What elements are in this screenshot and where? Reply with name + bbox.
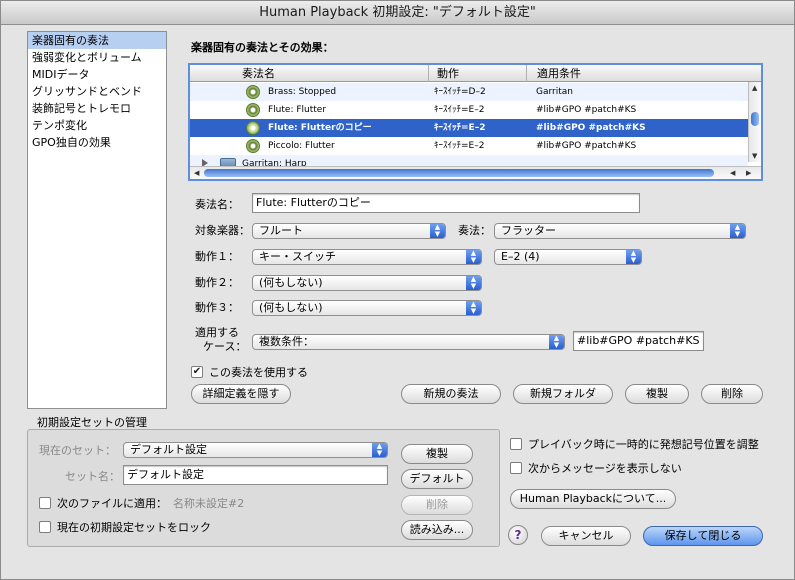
apply-to-file-label: 次のファイルに適用： bbox=[57, 497, 167, 510]
scroll-right-icon[interactable]: ▶ bbox=[746, 169, 751, 177]
instrument-popup[interactable]: フルート ▲ ▼ bbox=[252, 223, 446, 239]
technique-name-input[interactable]: Flute: Flutterのコピー bbox=[252, 193, 640, 213]
instrument-label: 対象楽器： bbox=[195, 224, 250, 237]
no-message-label: 次からメッセージを表示しない bbox=[528, 462, 682, 475]
preset-duplicate-button[interactable]: 複製 bbox=[401, 444, 473, 464]
technique-label: 奏法： bbox=[458, 224, 491, 237]
sidebar-item-ornaments-tremolo[interactable]: 装飾記号とトレモロ bbox=[28, 100, 166, 117]
section-heading: 楽器固有の奏法とその効果： bbox=[191, 41, 334, 54]
horizontal-scrollbar[interactable]: ◀ ◀ ▶ bbox=[190, 166, 761, 179]
sidebar-item-instrument-techniques[interactable]: 楽器固有の奏法 bbox=[28, 32, 166, 49]
popup-arrows-icon: ▲ ▼ bbox=[466, 250, 481, 264]
popup-arrows-icon: ▲ ▼ bbox=[730, 224, 745, 238]
table-row-selected[interactable]: Flute: Flutterのコピー ｷｰｽｲｯﾁ=E–2 #lib#GPO #… bbox=[190, 119, 748, 137]
new-folder-button[interactable]: 新規フォルダ bbox=[513, 384, 613, 404]
apply-to-file-value: 名称未設定#2 bbox=[173, 497, 245, 510]
cancel-button[interactable]: キャンセル bbox=[541, 526, 631, 546]
current-set-popup[interactable]: デフォルト設定 ▲ ▼ bbox=[123, 442, 388, 458]
action1-key-popup[interactable]: E–2 (4) ▲ ▼ bbox=[494, 249, 642, 265]
table-header: 奏法名 動作 適用条件 bbox=[190, 65, 761, 82]
popup-arrows-icon: ▲ ▼ bbox=[430, 224, 445, 238]
category-list[interactable]: 楽器固有の奏法 強弱変化とボリューム MIDIデータ グリッサンドとベンド 装飾… bbox=[27, 31, 167, 409]
table-row[interactable]: Flute: Flutter ｷｰｽｲｯﾁ=E–2 #lib#GPO #patc… bbox=[190, 101, 748, 119]
about-human-playback-button[interactable]: Human Playbackについて... bbox=[510, 489, 676, 509]
sidebar-item-gpo-effects[interactable]: GPO独自の効果 bbox=[28, 134, 166, 151]
delete-button[interactable]: 削除 bbox=[701, 384, 763, 404]
table-row[interactable]: Brass: Stopped ｷｰｽｲｯﾁ=D–2 Garritan bbox=[190, 83, 748, 101]
lock-preset-label: 現在の初期設定セットをロック bbox=[57, 521, 211, 534]
apply-to-file-checkbox[interactable] bbox=[39, 497, 51, 509]
apply-case-label: 適用する ケース： bbox=[195, 326, 247, 353]
gear-icon bbox=[246, 103, 260, 117]
action3-popup[interactable]: (何もしない) ▲ ▼ bbox=[252, 300, 482, 316]
duplicate-button[interactable]: 複製 bbox=[625, 384, 689, 404]
popup-arrows-icon: ▲ ▼ bbox=[466, 301, 481, 315]
use-technique-label: この奏法を使用する bbox=[209, 366, 308, 379]
gear-icon bbox=[246, 139, 260, 153]
preset-default-button[interactable]: デフォルト bbox=[401, 469, 473, 489]
adjust-position-label: プレイバック時に一時的に発想記号位置を調整 bbox=[528, 438, 759, 451]
scroll-up-icon[interactable]: ▲ bbox=[752, 84, 757, 92]
action2-label: 動作２： bbox=[195, 276, 239, 289]
lock-preset-checkbox[interactable] bbox=[39, 521, 51, 533]
preset-delete-button[interactable]: 削除 bbox=[401, 495, 473, 515]
popup-arrows-icon: ▲ ▼ bbox=[466, 276, 481, 290]
technique-name-label: 奏法名： bbox=[195, 198, 239, 211]
technique-popup[interactable]: フラッター ▲ ▼ bbox=[494, 223, 746, 239]
apply-case-popup[interactable]: 複数条件： ▲ ▼ bbox=[252, 334, 565, 350]
set-name-input[interactable]: デフォルト設定 bbox=[123, 465, 388, 485]
save-close-button[interactable]: 保存して閉じる bbox=[643, 526, 763, 546]
action1-popup[interactable]: キー・スイッチ ▲ ▼ bbox=[252, 249, 482, 265]
new-technique-button[interactable]: 新規の奏法 bbox=[401, 384, 501, 404]
vertical-scroll-thumb[interactable] bbox=[751, 112, 759, 126]
sidebar-item-dynamics-volume[interactable]: 強弱変化とボリューム bbox=[28, 49, 166, 66]
scroll-left-icon[interactable]: ◀ bbox=[730, 169, 735, 177]
column-header-action[interactable]: 動作 bbox=[428, 65, 459, 82]
scroll-down-icon[interactable]: ▼ bbox=[752, 152, 757, 160]
gear-icon bbox=[246, 85, 260, 99]
hide-details-button[interactable]: 詳細定義を隠す bbox=[191, 384, 291, 404]
no-message-checkbox[interactable] bbox=[510, 462, 522, 474]
popup-arrows-icon: ▲ ▼ bbox=[626, 250, 641, 264]
window-title: Human Playback 初期設定: "デフォルト設定" bbox=[1, 1, 794, 25]
sidebar-item-tempo-change[interactable]: テンポ変化 bbox=[28, 117, 166, 134]
adjust-position-checkbox[interactable] bbox=[510, 438, 522, 450]
sidebar-item-midi-data[interactable]: MIDIデータ bbox=[28, 66, 166, 83]
popup-arrows-icon: ▲ ▼ bbox=[549, 335, 564, 349]
scroll-left-icon[interactable]: ◀ bbox=[194, 169, 199, 177]
techniques-table[interactable]: 奏法名 動作 適用条件 Brass: Stopped ｷｰｽｲｯﾁ=D–2 Ga… bbox=[188, 63, 763, 181]
action3-label: 動作３： bbox=[195, 301, 239, 314]
help-icon[interactable]: ? bbox=[508, 525, 528, 545]
gear-icon bbox=[246, 121, 260, 135]
sidebar-item-glissando-bend[interactable]: グリッサンドとベンド bbox=[28, 83, 166, 100]
table-row[interactable]: Piccolo: Flutter ｷｰｽｲｯﾁ=E–2 #lib#GPO #pa… bbox=[190, 137, 748, 155]
action2-popup[interactable]: (何もしない) ▲ ▼ bbox=[252, 275, 482, 291]
column-header-condition[interactable]: 適用条件 bbox=[526, 65, 581, 82]
action1-label: 動作１： bbox=[195, 250, 239, 263]
use-technique-checkbox[interactable]: ✔ bbox=[191, 366, 203, 378]
set-name-label: セット名： bbox=[65, 470, 120, 483]
current-set-label: 現在のセット： bbox=[39, 444, 116, 457]
column-header-name[interactable]: 奏法名 bbox=[242, 65, 275, 82]
preferences-window: Human Playback 初期設定: "デフォルト設定" 楽器固有の奏法 強… bbox=[0, 0, 795, 580]
preset-load-button[interactable]: 読み込み... bbox=[401, 520, 473, 540]
popup-arrows-icon: ▲ ▼ bbox=[372, 443, 387, 457]
vertical-scrollbar[interactable]: ▲ ▼ bbox=[748, 82, 761, 162]
condition-input[interactable]: #lib#GPO #patch#KS bbox=[573, 331, 704, 351]
horizontal-scroll-thumb[interactable] bbox=[204, 169, 714, 177]
